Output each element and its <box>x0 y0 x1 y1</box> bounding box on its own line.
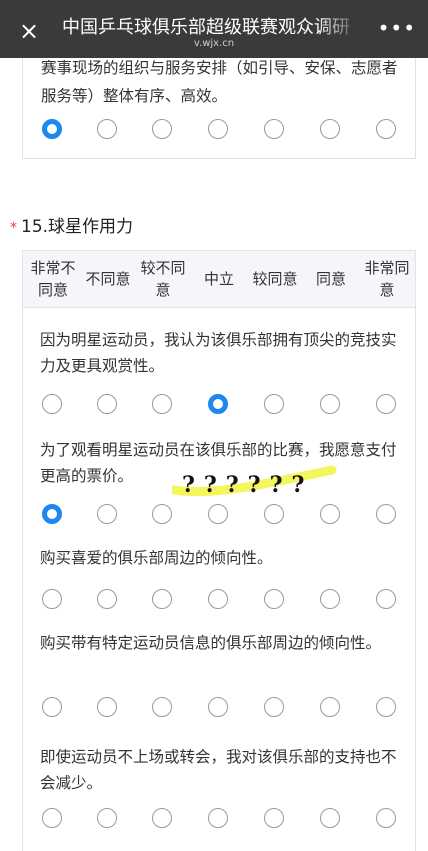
matrix-option-radio[interactable] <box>376 808 396 828</box>
scale-header-label: 非常不同意 <box>30 259 76 299</box>
matrix-option-radio[interactable] <box>264 589 284 609</box>
top-bar: × 中国乒乓球俱乐部超级联赛观众调研 v.wjx.cn ••• <box>0 0 428 58</box>
matrix-option-radio[interactable] <box>97 589 117 609</box>
prev-option-radio[interactable] <box>376 119 396 139</box>
matrix-row-label: 即使运动员不上场或转会，我对该俱乐部的支持也不会减少。 <box>40 748 397 792</box>
matrix-option-radio[interactable] <box>152 808 172 828</box>
scale-header-label: 同意 <box>315 270 346 288</box>
matrix-option-radio[interactable] <box>152 504 172 524</box>
scale-header-label: 较同意 <box>252 270 298 288</box>
matrix-option-radio[interactable] <box>97 394 117 414</box>
prev-option-radio[interactable] <box>320 119 340 139</box>
scale-header-label: 较不同意 <box>140 259 186 299</box>
matrix-option-radio[interactable] <box>208 394 228 414</box>
scale-header-label: 中立 <box>203 270 234 288</box>
matrix-row-label: 购买喜爱的俱乐部周边的倾向性。 <box>40 549 273 567</box>
matrix-option-radio[interactable] <box>264 394 284 414</box>
page-domain: v.wjx.cn <box>193 38 235 49</box>
matrix-option-radio[interactable] <box>97 697 117 717</box>
prev-option-radio[interactable] <box>208 119 228 139</box>
matrix-option-radio[interactable] <box>376 589 396 609</box>
matrix-option-radio[interactable] <box>42 394 62 414</box>
question-title: * 15.球星作用力 <box>10 212 133 237</box>
matrix-option-radio[interactable] <box>42 697 62 717</box>
matrix-option-radio[interactable] <box>42 808 62 828</box>
prev-question-text: 赛事现场的组织与服务安排（如引导、安保、志愿者服务等）整体有序、高效。 <box>41 59 398 105</box>
scale-header: 非常不同意 不同意 较不同意 中立 较同意 同意 非常同意 <box>23 251 415 308</box>
matrix-option-radio[interactable] <box>208 589 228 609</box>
matrix-option-radio[interactable] <box>320 589 340 609</box>
matrix-option-radio[interactable] <box>152 697 172 717</box>
prev-option-radio[interactable] <box>152 119 172 139</box>
matrix-option-radio[interactable] <box>320 394 340 414</box>
matrix-option-radio[interactable] <box>152 589 172 609</box>
page-title: 中国乒乓球俱乐部超级联赛观众调研 <box>62 17 350 38</box>
matrix-option-radio[interactable] <box>264 808 284 828</box>
matrix-row-label: 购买带有特定运动员信息的俱乐部周边的倾向性。 <box>40 634 382 652</box>
matrix-option-radio[interactable] <box>97 808 117 828</box>
matrix-row-label: 因为明星运动员，我认为该俱乐部拥有顶尖的竞技实力及更具观赏性。 <box>40 331 397 375</box>
required-mark: * <box>10 220 17 236</box>
matrix-option-radio[interactable] <box>376 394 396 414</box>
scale-header-label: 非常同意 <box>364 259 410 299</box>
more-menu-button[interactable]: ••• <box>378 16 416 40</box>
matrix-option-radio[interactable] <box>264 504 284 524</box>
prev-option-radio[interactable] <box>264 119 284 139</box>
prev-option-radio[interactable] <box>42 119 62 139</box>
matrix-option-radio[interactable] <box>208 504 228 524</box>
matrix-option-radio[interactable] <box>320 808 340 828</box>
prev-option-radio[interactable] <box>97 119 117 139</box>
matrix-option-radio[interactable] <box>264 697 284 717</box>
matrix-option-radio[interactable] <box>208 808 228 828</box>
matrix-option-radio[interactable] <box>42 589 62 609</box>
question-marks: ?????? <box>182 472 313 498</box>
matrix-option-radio[interactable] <box>320 697 340 717</box>
matrix-option-radio[interactable] <box>376 697 396 717</box>
matrix-option-radio[interactable] <box>97 504 117 524</box>
matrix-option-radio[interactable] <box>152 394 172 414</box>
more-icon: ••• <box>377 16 416 40</box>
scale-header-label: 不同意 <box>85 270 131 288</box>
handwritten-annotation: ?????? <box>172 465 337 498</box>
matrix-option-radio[interactable] <box>320 504 340 524</box>
question-title-text: 15.球星作用力 <box>21 217 134 237</box>
matrix-option-radio[interactable] <box>376 504 396 524</box>
matrix-option-radio[interactable] <box>208 697 228 717</box>
matrix-option-radio[interactable] <box>42 504 62 524</box>
